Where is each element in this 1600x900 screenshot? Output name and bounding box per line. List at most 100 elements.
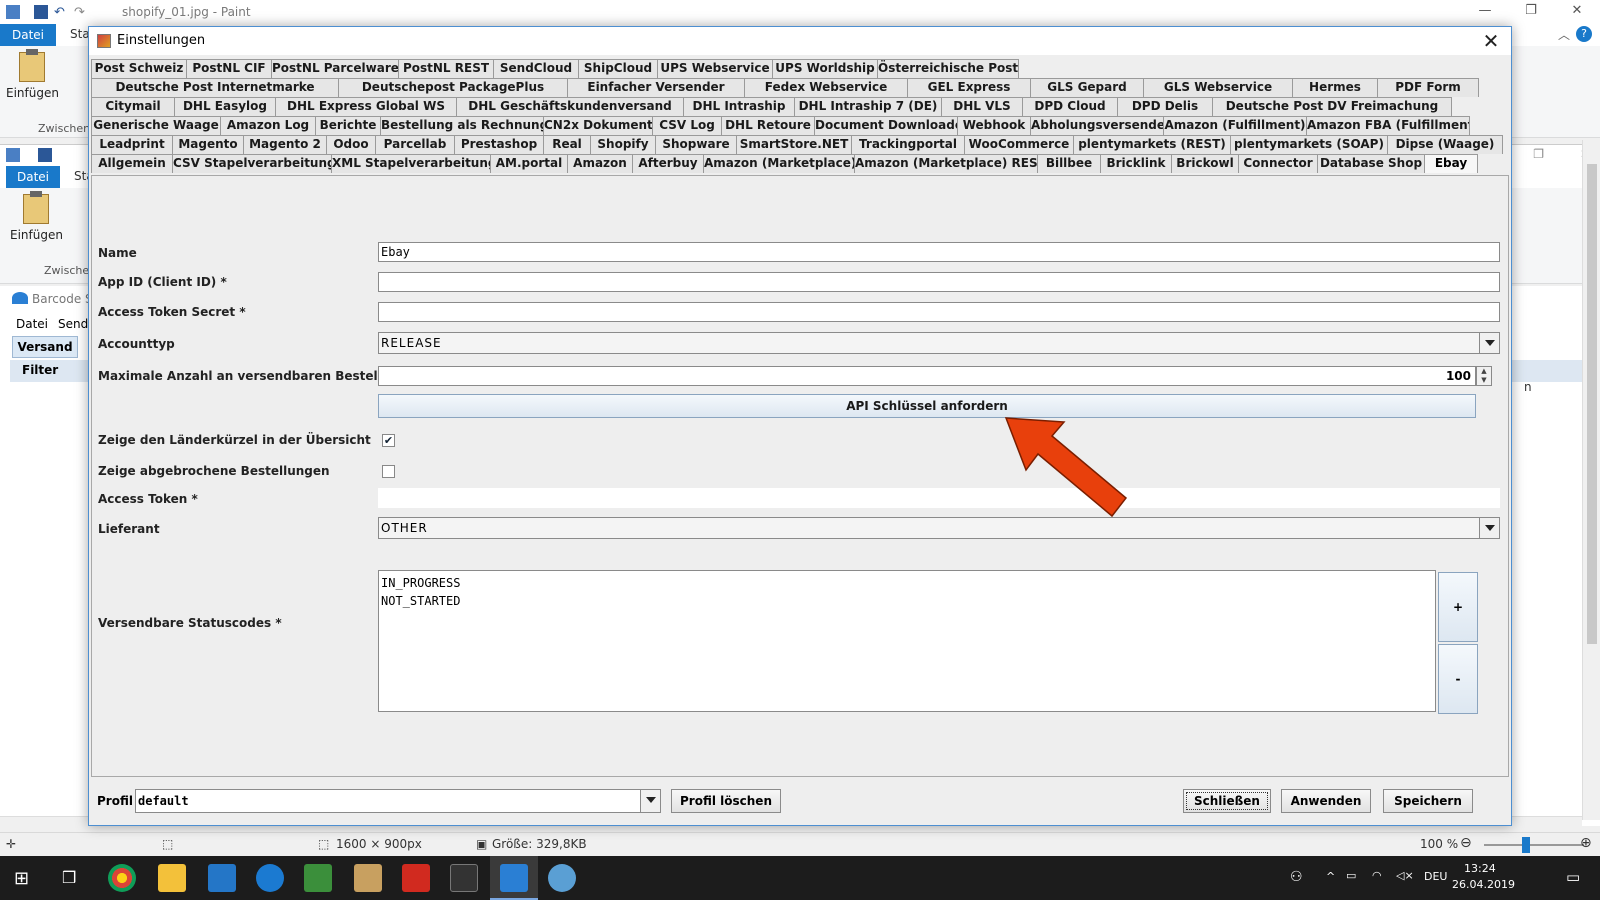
tab-generische-waage[interactable]: Generische Waage xyxy=(91,116,221,135)
tab-odoo[interactable]: Odoo xyxy=(326,135,376,154)
tab-abholungsversender[interactable]: Abholungsversender xyxy=(1030,116,1164,135)
paste-button[interactable]: Einfügen xyxy=(6,49,59,100)
tab-amazon-marketplace[interactable]: Amazon (Marketplace) xyxy=(703,154,855,173)
list-item[interactable]: NOT_STARTED xyxy=(381,592,1433,610)
tab-österreichische-post[interactable]: Österreichische Post xyxy=(877,59,1019,78)
clock-date[interactable]: 26.04.2019 xyxy=(1452,878,1515,891)
tab-pdf-form[interactable]: PDF Form xyxy=(1377,78,1479,97)
tab-amazon-fba-fulfillment[interactable]: Amazon FBA (Fulfillment) xyxy=(1306,116,1470,135)
people-icon[interactable]: ⚇ xyxy=(1290,869,1303,885)
tab-deutsche-post-internetmarke[interactable]: Deutsche Post Internetmarke xyxy=(91,78,339,97)
terminal-icon[interactable] xyxy=(450,864,478,892)
zoom-slider-thumb[interactable] xyxy=(1522,837,1530,853)
tab-parcellab[interactable]: Parcellab xyxy=(375,135,455,154)
save-icon[interactable] xyxy=(34,5,48,19)
vscode-icon[interactable] xyxy=(208,864,236,892)
add-status-button[interactable]: + xyxy=(1438,572,1478,642)
app2-paste-button[interactable]: Einfügen xyxy=(10,191,63,242)
paint-tab-file[interactable]: Datei xyxy=(0,24,56,46)
list-item[interactable]: IN_PROGRESS xyxy=(381,574,1433,592)
tab-plentymarkets-soap[interactable]: plentymarkets (SOAP) xyxy=(1230,135,1388,154)
tab-bricklink[interactable]: Bricklink xyxy=(1100,154,1172,173)
show-cancelled-checkbox[interactable] xyxy=(382,465,395,478)
archive-icon[interactable] xyxy=(354,864,382,892)
tab-shopware[interactable]: Shopware xyxy=(655,135,737,154)
minimize-icon[interactable]: — xyxy=(1462,0,1508,24)
apply-button[interactable]: Anwenden xyxy=(1281,789,1371,813)
tab-dhl-vls[interactable]: DHL VLS xyxy=(941,97,1023,116)
tab-ebay[interactable]: Ebay xyxy=(1424,154,1478,173)
zoom-in-icon[interactable]: ⊕ xyxy=(1580,835,1592,851)
teamviewer-icon[interactable] xyxy=(256,864,284,892)
tab-shopify[interactable]: Shopify xyxy=(590,135,656,154)
tab-plentymarkets-rest[interactable]: plentymarkets (REST) xyxy=(1073,135,1231,154)
app2-tab-file[interactable]: Datei xyxy=(6,166,60,188)
tab-magento[interactable]: Magento xyxy=(172,135,244,154)
filter-label[interactable]: Filter xyxy=(22,363,58,377)
tab-hermes[interactable]: Hermes xyxy=(1292,78,1378,97)
app2-save-icon[interactable] xyxy=(38,148,52,162)
access-token-secret-field[interactable] xyxy=(378,302,1500,322)
tab-xml-stapelverarbeitung[interactable]: XML Stapelverarbeitung xyxy=(331,154,491,173)
delete-profile-button[interactable]: Profil löschen xyxy=(671,789,781,813)
chrome-icon[interactable] xyxy=(108,864,136,892)
tab-bestellung-als-rechnung[interactable]: Bestellung als Rechnung xyxy=(380,116,544,135)
tab-versand[interactable]: Versand xyxy=(12,336,78,358)
close-button[interactable]: Schließen xyxy=(1183,789,1271,813)
pdf-reader-icon[interactable] xyxy=(402,864,430,892)
tab-shipcloud[interactable]: ShipCloud xyxy=(578,59,658,78)
tab-dipse-waage[interactable]: Dipse (Waage) xyxy=(1387,135,1503,154)
tab-amazon-marketplace-rest[interactable]: Amazon (Marketplace) REST xyxy=(854,154,1038,173)
tab-postnl-parcelware[interactable]: PostNL Parcelware xyxy=(271,59,399,78)
tab-dhl-intraship[interactable]: DHL Intraship xyxy=(683,97,795,116)
tab-post-schweiz[interactable]: Post Schweiz xyxy=(91,59,187,78)
app2-restore-icon[interactable]: ❐ xyxy=(1533,147,1544,161)
request-api-key-button[interactable]: API Schlüssel anfordern xyxy=(378,394,1476,418)
tab-csv-log[interactable]: CSV Log xyxy=(652,116,722,135)
tab-fedex-webservice[interactable]: Fedex Webservice xyxy=(744,78,908,97)
chevron-down-icon[interactable] xyxy=(1479,333,1499,353)
tab-document-downloader[interactable]: Document Downloader xyxy=(814,116,958,135)
tab-amazon-log[interactable]: Amazon Log xyxy=(220,116,316,135)
tab-cn2x-dokument[interactable]: CN2x Dokument xyxy=(543,116,653,135)
undo-icon[interactable]: ↶ xyxy=(54,5,68,20)
tab-billbee[interactable]: Billbee xyxy=(1037,154,1101,173)
tab-trackingportal[interactable]: Trackingportal xyxy=(851,135,965,154)
tab-deutschepost-packageplus[interactable]: Deutschepost PackagePlus xyxy=(338,78,568,97)
tab-dpd-cloud[interactable]: DPD Cloud xyxy=(1022,97,1118,116)
chevron-up-icon[interactable]: ^ xyxy=(1326,870,1335,883)
tab-woocommerce[interactable]: WooCommerce xyxy=(964,135,1074,154)
max-orders-stepper[interactable]: 100 xyxy=(378,366,1476,386)
tab-am-portal[interactable]: AM.portal xyxy=(490,154,568,173)
tab-berichte[interactable]: Berichte xyxy=(315,116,381,135)
paint-taskbar-icon[interactable] xyxy=(548,864,576,892)
spreadsheet-icon[interactable] xyxy=(304,864,332,892)
save-button[interactable]: Speichern xyxy=(1383,789,1473,813)
tab-prestashop[interactable]: Prestashop xyxy=(454,135,544,154)
paint-tab-start[interactable]: Sta xyxy=(70,27,90,41)
tab-dhl-geschäftskundenversand[interactable]: DHL Geschäftskundenversand xyxy=(456,97,684,116)
tab-dhl-retoure[interactable]: DHL Retoure xyxy=(721,116,815,135)
supplier-select[interactable]: OTHER xyxy=(378,517,1500,539)
tab-dhl-intraship-7-de[interactable]: DHL Intraship 7 (DE) xyxy=(794,97,942,116)
close-icon[interactable]: ✕ xyxy=(1554,0,1600,24)
tab-gls-webservice[interactable]: GLS Webservice xyxy=(1143,78,1293,97)
input-language[interactable]: DEU xyxy=(1424,870,1447,883)
tab-postnl-cif[interactable]: PostNL CIF xyxy=(186,59,272,78)
zoom-slider[interactable] xyxy=(1484,844,1584,846)
tab-afterbuy[interactable]: Afterbuy xyxy=(632,154,704,173)
tab-real[interactable]: Real xyxy=(543,135,591,154)
account-type-select[interactable]: RELEASE xyxy=(378,332,1500,354)
chevron-down-icon[interactable] xyxy=(1479,518,1499,538)
tab-allgemein[interactable]: Allgemein xyxy=(91,154,173,173)
tab-dhl-easylog[interactable]: DHL Easylog xyxy=(174,97,276,116)
profile-select[interactable]: default xyxy=(135,789,661,813)
stepper-up-icon[interactable]: ▲ xyxy=(1477,367,1491,376)
maximize-icon[interactable]: ❐ xyxy=(1508,0,1554,24)
chevron-down-icon[interactable] xyxy=(640,790,660,812)
chevron-up-icon[interactable]: ︿ xyxy=(1558,26,1570,43)
tab-dpd-delis[interactable]: DPD Delis xyxy=(1117,97,1213,116)
tab-amazon-fulfillment[interactable]: Amazon (Fulfillment) xyxy=(1163,116,1307,135)
tab-magento-2[interactable]: Magento 2 xyxy=(243,135,327,154)
menu-datei[interactable]: Datei xyxy=(16,317,48,331)
